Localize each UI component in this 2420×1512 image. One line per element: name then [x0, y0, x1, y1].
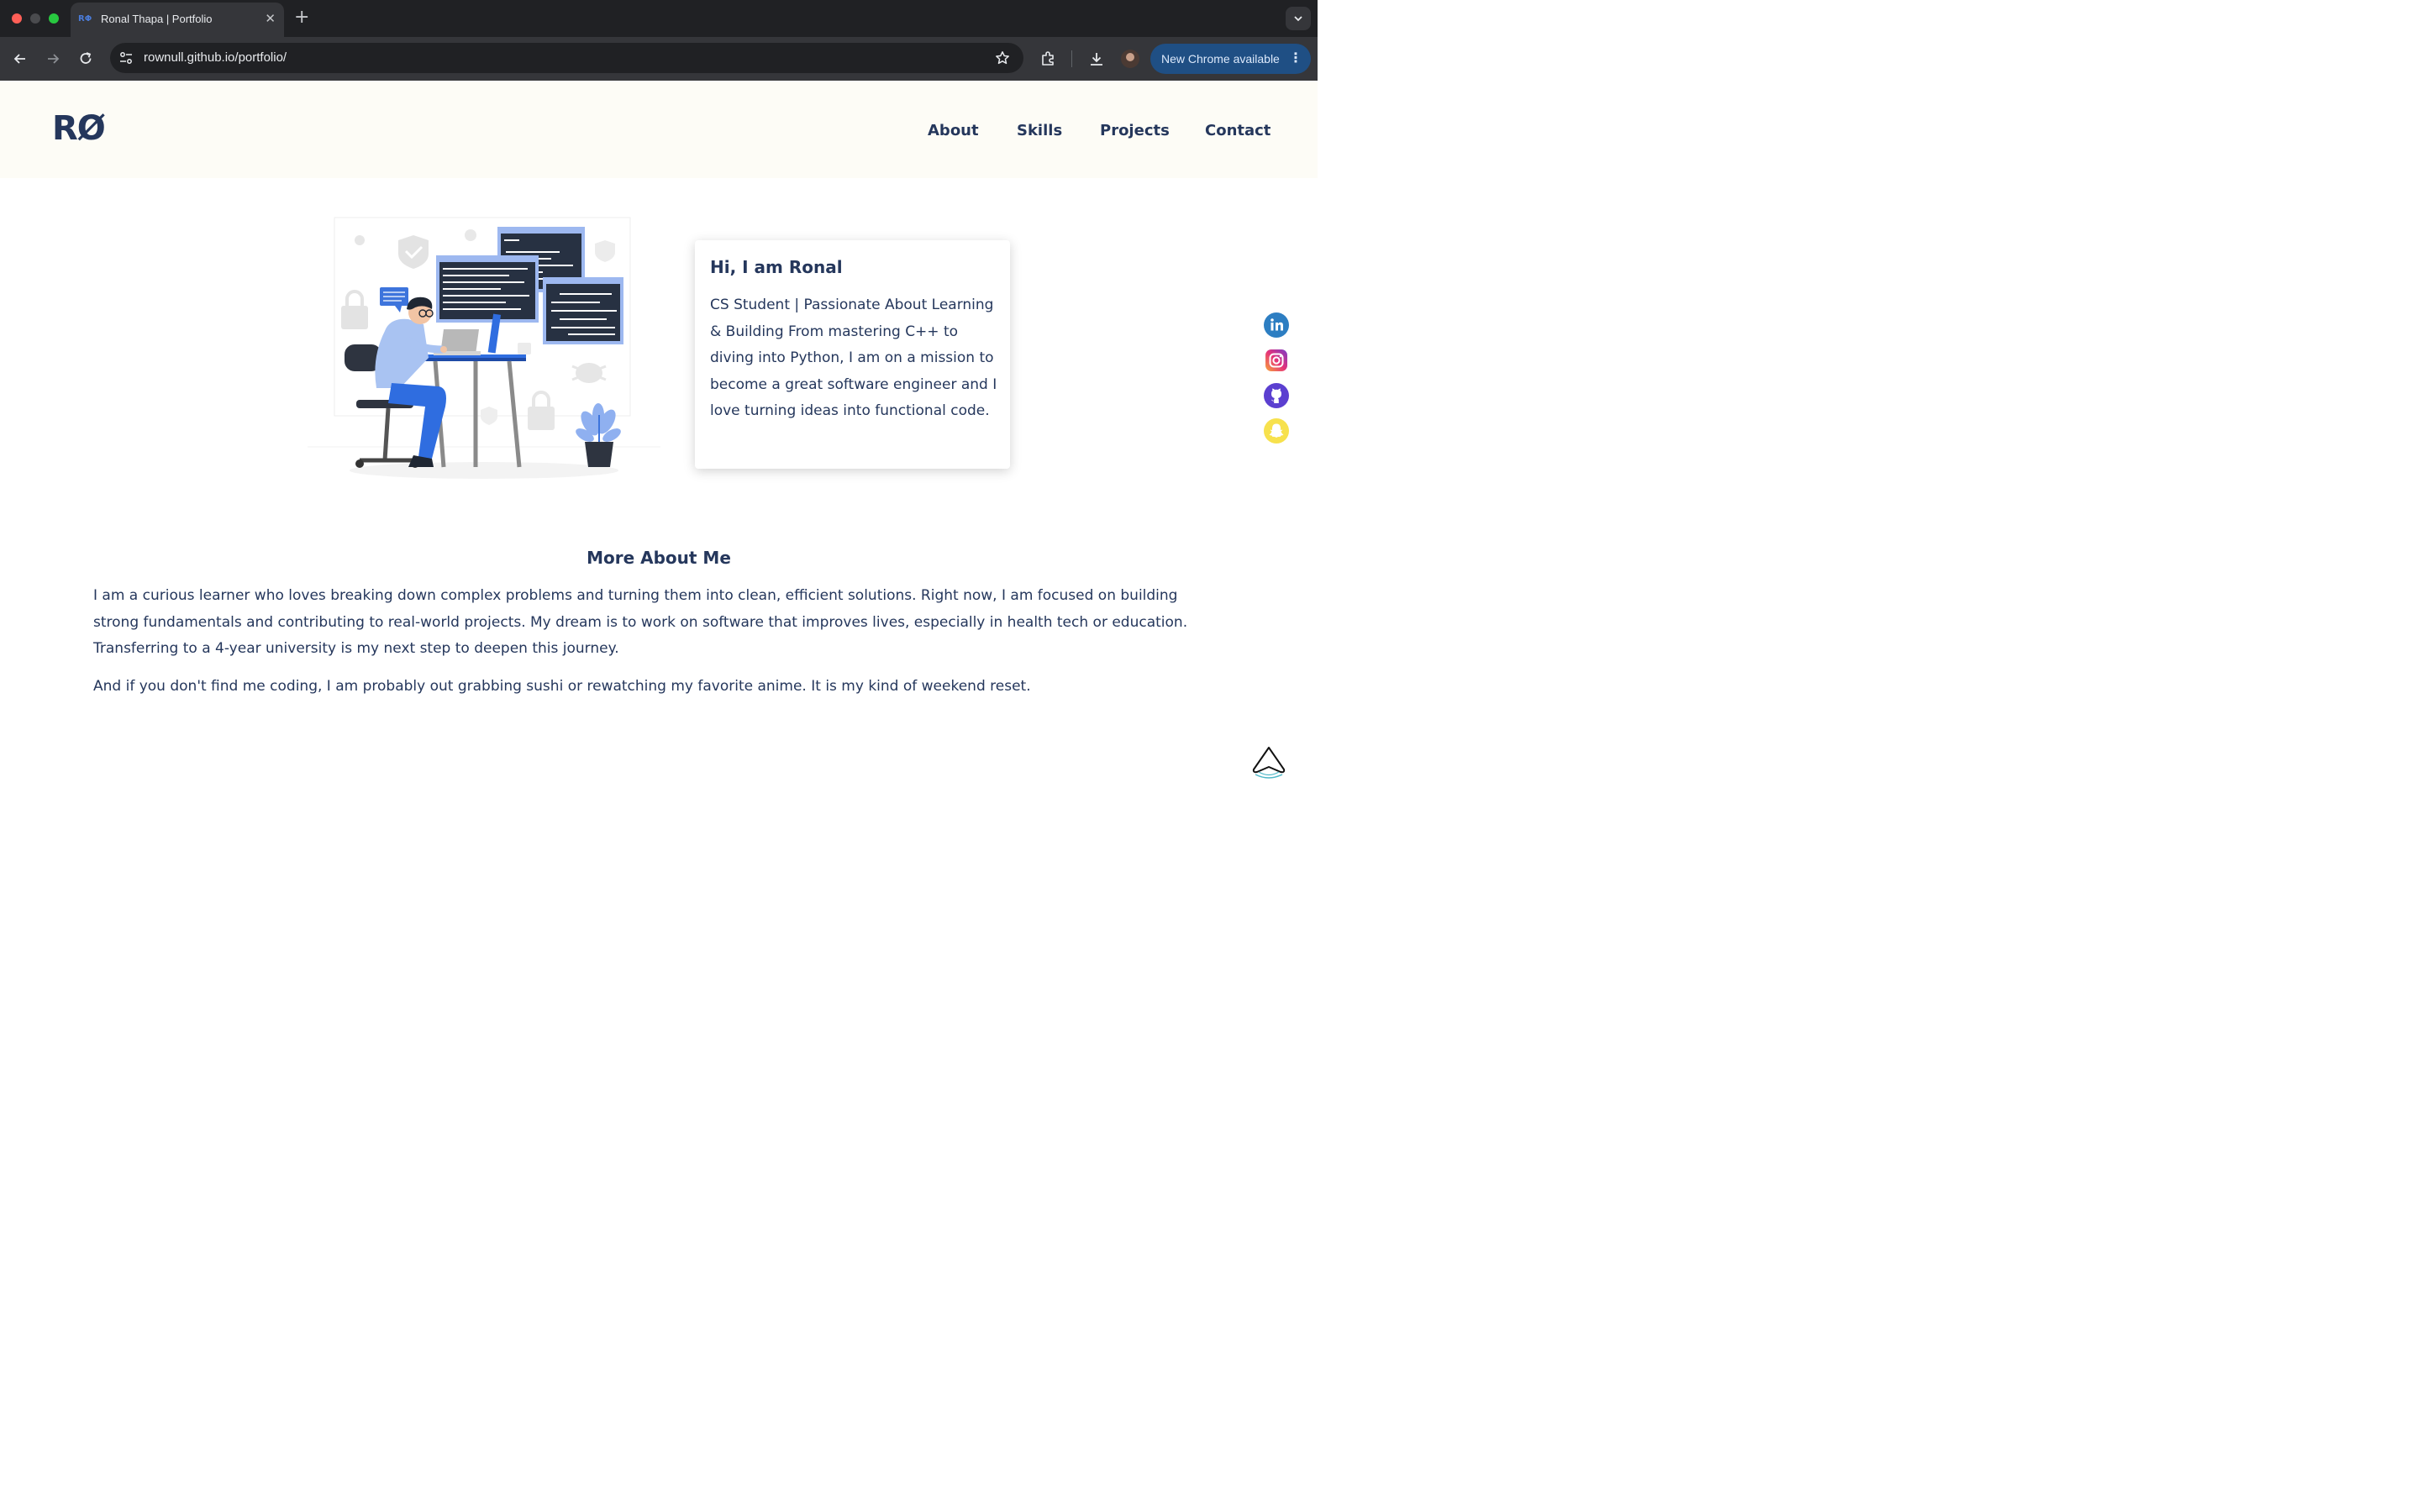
github-icon: [1264, 383, 1289, 408]
browser-tab-bar: RΦ Ronal Thapa | Portfolio ✕ +: [0, 0, 1318, 37]
close-window-button[interactable]: [12, 13, 22, 24]
nav-contact[interactable]: Contact: [1205, 122, 1270, 139]
scroll-to-top-icon[interactable]: [1250, 744, 1287, 781]
browser-toolbar: rownull.github.io/portfolio/ New Chrome …: [0, 37, 1318, 81]
about-paragraph-1: I am a curious learner who loves breakin…: [93, 587, 1188, 657]
address-bar[interactable]: rownull.github.io/portfolio/: [110, 43, 1023, 73]
browser-tab-active[interactable]: RΦ Ronal Thapa | Portfolio ✕: [71, 3, 284, 37]
nav-projects[interactable]: Projects: [1100, 122, 1170, 139]
new-tab-button[interactable]: +: [294, 8, 309, 28]
linkedin-link[interactable]: [1264, 312, 1289, 338]
reload-icon[interactable]: [77, 50, 94, 67]
nav-about[interactable]: About: [928, 122, 979, 139]
snapchat-icon: [1264, 418, 1289, 444]
chevron-down-icon: [1294, 16, 1302, 22]
minimize-window-button[interactable]: [30, 13, 40, 24]
toolbar-separator: [1071, 50, 1072, 67]
tab-search-button[interactable]: [1286, 7, 1311, 30]
more-about-title: More About Me: [587, 548, 731, 568]
about-paragraph-2: And if you don't find me coding, I am pr…: [93, 678, 1031, 695]
nav-skills[interactable]: Skills: [1017, 122, 1062, 139]
url-text: rownull.github.io/portfolio/: [144, 50, 287, 65]
page-content: RØ About Skills Projects Contact Hi, I a…: [0, 81, 1318, 823]
maximize-window-button[interactable]: [49, 13, 59, 24]
extensions-icon[interactable]: [1039, 50, 1056, 67]
intro-text: CS Student | Passionate About Learning &…: [710, 297, 997, 419]
close-tab-icon[interactable]: ✕: [265, 11, 276, 26]
developer-illustration: [308, 217, 660, 479]
tab-title: Ronal Thapa | Portfolio: [101, 13, 213, 25]
downloads-icon[interactable]: [1088, 50, 1105, 67]
forward-icon[interactable]: [45, 50, 61, 67]
site-header: RØ About Skills Projects Contact: [0, 81, 1318, 178]
intro-card: Hi, I am Ronal CS Student | Passionate A…: [695, 240, 1010, 469]
instagram-link[interactable]: [1264, 348, 1289, 373]
site-logo[interactable]: RØ: [52, 109, 106, 148]
instagram-icon: [1265, 349, 1287, 371]
linkedin-icon: [1264, 312, 1289, 338]
bookmark-star-icon[interactable]: [995, 50, 1010, 66]
update-chrome-label: New Chrome available: [1161, 52, 1280, 66]
back-icon[interactable]: [12, 50, 29, 67]
profile-avatar[interactable]: [1121, 50, 1139, 68]
snapchat-link[interactable]: [1264, 418, 1289, 444]
site-info-icon[interactable]: [118, 50, 134, 66]
intro-greeting: Hi, I am Ronal: [710, 257, 843, 277]
tab-favicon: RΦ: [78, 14, 92, 24]
menu-dots-icon[interactable]: ⋮: [1289, 50, 1302, 66]
update-chrome-button[interactable]: New Chrome available ⋮: [1150, 44, 1311, 74]
github-link[interactable]: [1264, 383, 1289, 408]
